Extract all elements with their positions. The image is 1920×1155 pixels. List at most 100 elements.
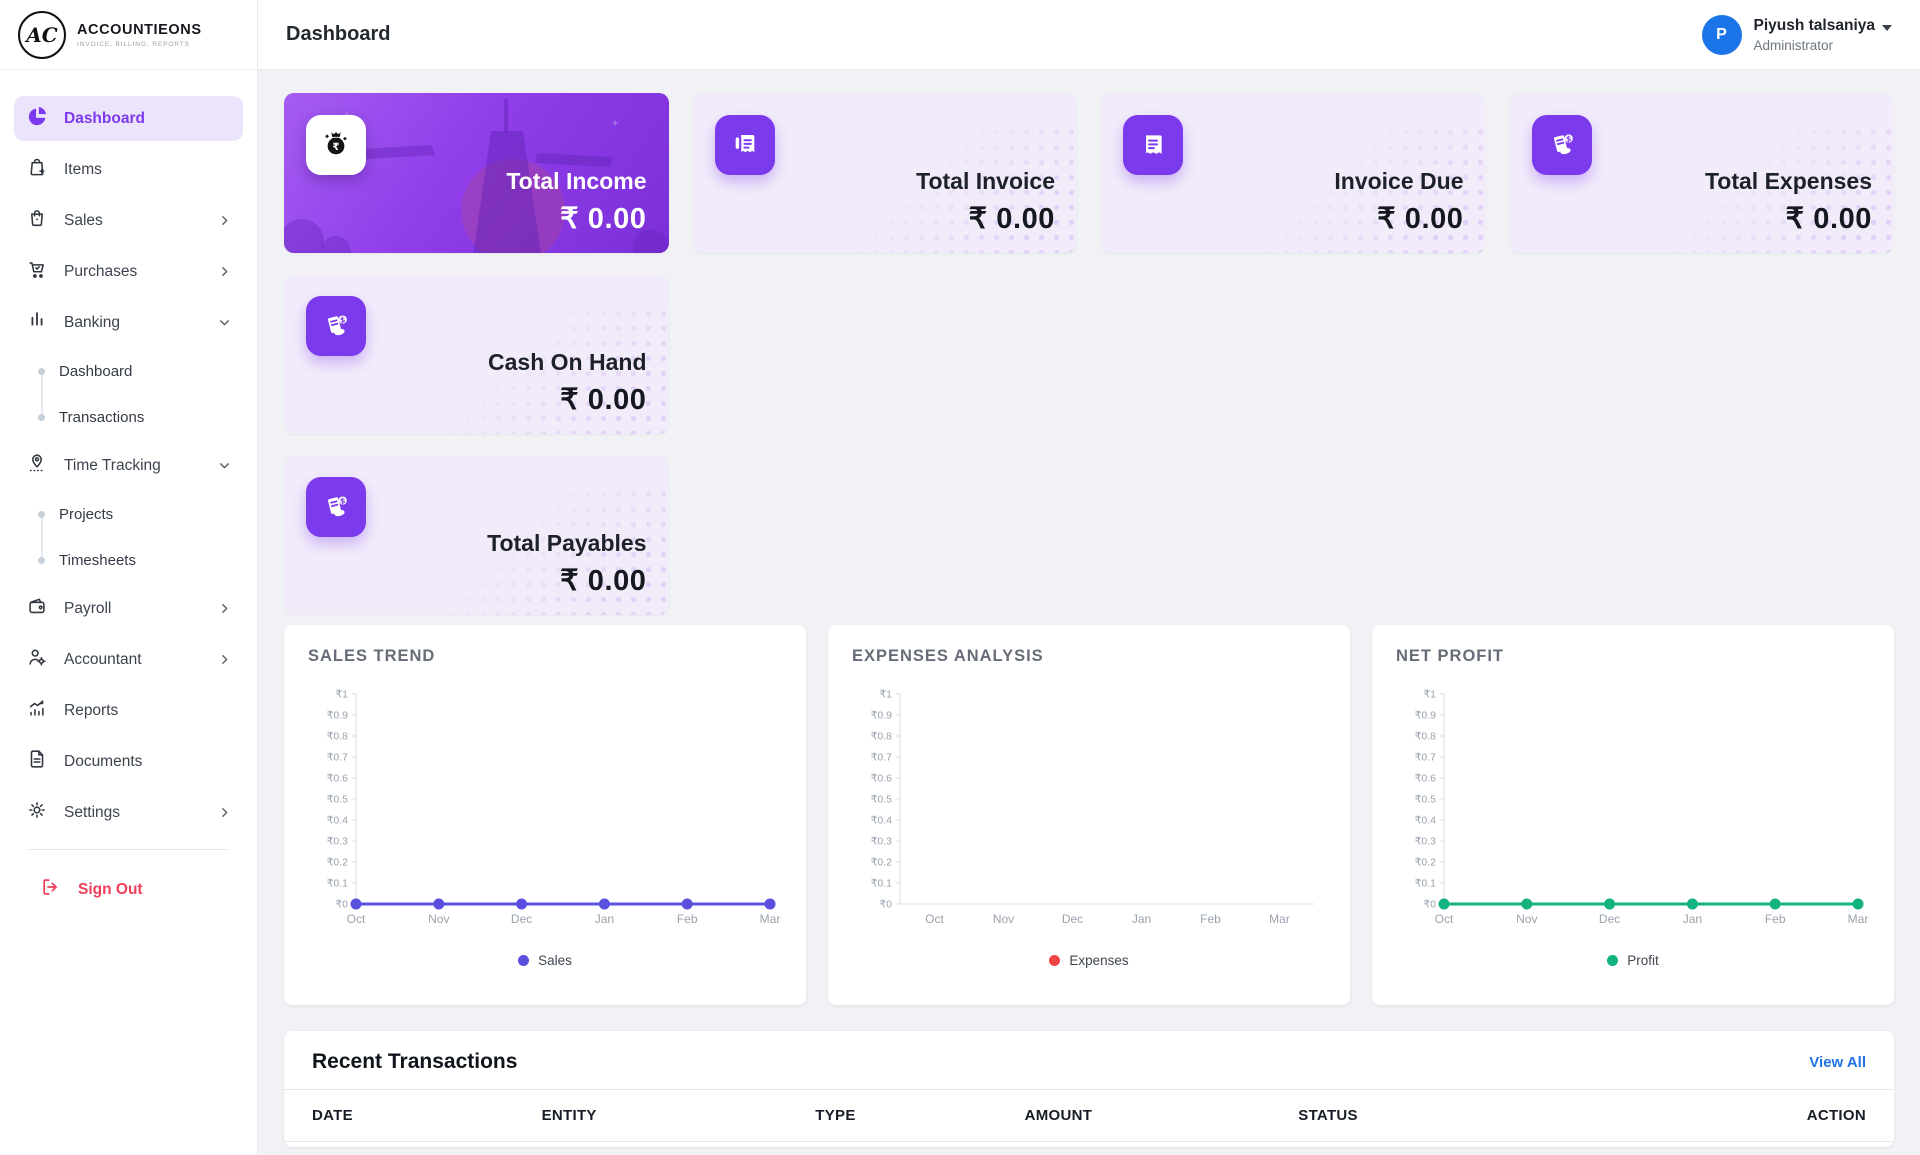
sales-trend-card: SALES TREND ₹1 ₹0.9 ₹0.8 ₹0.7 ₹0.6 ₹0.5 ₹0.4 ₹0…: [284, 625, 806, 1005]
chart-legend: Expenses: [852, 953, 1326, 968]
svg-text:₹0: ₹0: [879, 899, 892, 911]
brand-tagline: INVOICE, BILLING, REPORTS: [77, 40, 190, 48]
sign-out-button[interactable]: Sign Out: [28, 849, 229, 925]
svg-text:Feb: Feb: [677, 912, 698, 926]
stat-label: Total Payables: [487, 530, 647, 556]
sidebar-item-purchases[interactable]: Purchases: [14, 249, 243, 294]
charts-row: SALES TREND ₹1 ₹0.9 ₹0.8 ₹0.7 ₹0.6 ₹0.5 ₹0.4 ₹0…: [284, 625, 1894, 1005]
sales-trend-chart: ₹1 ₹0.9 ₹0.8 ₹0.7 ₹0.6 ₹0.5 ₹0.4 ₹0.3 ₹0.2 ₹0.1 ₹0…: [308, 684, 782, 941]
dashboard-content: ₹ Total Income ₹ 0.00 Total Invoice ₹ 0.…: [258, 70, 1920, 1155]
svg-text:Jan: Jan: [1683, 912, 1702, 926]
topbar: Dashboard P Piyush talsaniya Administrat…: [258, 0, 1920, 70]
sidebar-menu: Dashboard Items Sales Purchases Banking: [0, 70, 257, 1155]
sidebar-item-accountant[interactable]: Accountant: [14, 637, 243, 682]
stat-value: ₹ 0.00: [560, 384, 647, 416]
stat-value: ₹ 0.00: [560, 565, 647, 597]
stat-card-invoice-due[interactable]: Invoice Due ₹ 0.00: [1101, 93, 1486, 253]
sidebar-item-payroll[interactable]: Payroll: [14, 586, 243, 631]
svg-text:Jan: Jan: [595, 912, 614, 926]
column-header-amount: AMOUNT: [1024, 1089, 1299, 1142]
shopping-cart-icon: [26, 258, 48, 285]
legend-label: Profit: [1627, 953, 1659, 968]
sidebar-item-label: Banking: [64, 313, 121, 331]
sidebar-item-time-tracking[interactable]: Time Tracking: [14, 443, 243, 488]
document-icon: [26, 748, 48, 775]
svg-text:₹: ₹: [333, 142, 340, 153]
legend-label: Expenses: [1069, 953, 1129, 968]
stat-card-cash-on-hand[interactable]: $ Cash On Hand ₹ 0.00: [284, 274, 669, 434]
chart-title: EXPENSES ANALYSIS: [852, 647, 1044, 665]
column-header-type: TYPE: [815, 1089, 1025, 1142]
expenses-analysis-chart: ₹1 ₹0.9 ₹0.8 ₹0.7 ₹0.6 ₹0.5 ₹0.4 ₹0.3 ₹0.2 ₹0.1 ₹0…: [852, 684, 1326, 941]
stat-card-total-income[interactable]: ₹ Total Income ₹ 0.00: [284, 93, 669, 253]
stat-card-total-invoice[interactable]: Total Invoice ₹ 0.00: [692, 93, 1077, 253]
svg-text:Oct: Oct: [347, 912, 366, 926]
sidebar-item-banking[interactable]: Banking: [14, 300, 243, 345]
sidebar-subitem-projects[interactable]: Projects: [14, 494, 243, 534]
svg-text:₹0.4: ₹0.4: [871, 815, 892, 827]
net-profit-chart: ₹1 ₹0.9 ₹0.8 ₹0.7 ₹0.6 ₹0.5 ₹0.4 ₹0.3 ₹0.2 ₹0.1 ₹0…: [1396, 684, 1870, 941]
column-header-action: ACTION: [1700, 1089, 1894, 1142]
shopping-bag-icon: [26, 207, 48, 234]
sidebar-item-reports[interactable]: Reports: [14, 688, 243, 733]
sidebar-subitem-timesheets[interactable]: Timesheets: [14, 540, 243, 580]
stats-grid: ₹ Total Income ₹ 0.00 Total Invoice ₹ 0.…: [284, 93, 1894, 615]
logout-icon: [40, 876, 62, 903]
chevron-down-icon: [218, 459, 231, 472]
chevron-right-icon: [218, 806, 231, 819]
view-all-link[interactable]: View All: [1809, 1054, 1866, 1071]
svg-text:Nov: Nov: [428, 912, 449, 926]
svg-text:Mar: Mar: [1269, 912, 1290, 926]
page-title: Dashboard: [286, 23, 391, 45]
svg-text:Oct: Oct: [925, 912, 944, 926]
stat-label: Total Income: [506, 168, 647, 194]
user-menu[interactable]: P Piyush talsaniya Administrator: [1701, 14, 1892, 55]
stat-label: Total Expenses: [1704, 168, 1872, 194]
net-profit-card: NET PROFIT ₹1 ₹0.9 ₹0.8 ₹0.7 ₹0.6 ₹0.5 ₹0.4 ₹0.…: [1372, 625, 1894, 1005]
stat-value: ₹ 0.00: [560, 203, 647, 235]
sidebar-subitem-transactions[interactable]: Transactions: [14, 397, 243, 437]
brand-logo[interactable]: AC ACCOUNTIEONS INVOICE, BILLING, REPORT…: [0, 0, 257, 70]
svg-text:Feb: Feb: [1765, 912, 1786, 926]
svg-text:₹0.8: ₹0.8: [871, 731, 892, 743]
svg-text:₹0.3: ₹0.3: [327, 836, 348, 848]
sidebar-item-items[interactable]: Items: [14, 147, 243, 192]
svg-text:₹0.8: ₹0.8: [327, 731, 348, 743]
stat-card-total-expenses[interactable]: $ Total Expenses ₹ 0.00: [1509, 93, 1894, 253]
column-header-status: STATUS: [1298, 1089, 1701, 1142]
money-bag-icon: ₹: [306, 115, 366, 175]
bullet-icon: [38, 556, 45, 564]
brand-name: ACCOUNTIEONS: [77, 21, 202, 38]
svg-text:Nov: Nov: [993, 912, 1014, 926]
recent-transactions-card: Recent Transactions View All DATE ENTITY…: [284, 1031, 1894, 1147]
svg-text:Feb: Feb: [1200, 912, 1221, 926]
svg-text:₹0.6: ₹0.6: [327, 773, 348, 785]
recent-transactions-title: Recent Transactions: [312, 1050, 518, 1073]
sidebar-subitem-banking-dashboard[interactable]: Dashboard: [14, 351, 243, 391]
bullet-icon: [38, 367, 45, 375]
svg-text:₹0.6: ₹0.6: [1415, 773, 1436, 785]
svg-text:₹0.2: ₹0.2: [871, 857, 892, 869]
sidebar-item-documents[interactable]: Documents: [14, 739, 243, 784]
stat-label: Cash On Hand: [488, 349, 647, 375]
bullet-icon: [38, 510, 45, 518]
sidebar-item-label: Settings: [64, 803, 121, 821]
chart-title: NET PROFIT: [1396, 647, 1504, 665]
sidebar-item-settings[interactable]: Settings: [14, 790, 243, 835]
chart-legend: Profit: [1396, 953, 1870, 968]
legend-dot-sales: [518, 955, 530, 966]
svg-text:₹1: ₹1: [335, 689, 348, 701]
sidebar-subitem-label: Transactions: [59, 408, 145, 426]
chevron-right-icon: [218, 214, 231, 227]
svg-text:₹0.1: ₹0.1: [871, 878, 892, 890]
svg-text:₹0.2: ₹0.2: [1415, 857, 1436, 869]
svg-text:₹0: ₹0: [335, 899, 348, 911]
svg-text:₹0.9: ₹0.9: [871, 710, 892, 722]
sidebar-item-sales[interactable]: Sales: [14, 198, 243, 243]
bag-plus-icon: [26, 156, 48, 183]
stat-card-total-payables[interactable]: $ Total Payables ₹ 0.00: [284, 455, 669, 615]
svg-text:₹0.2: ₹0.2: [327, 857, 348, 869]
sidebar-item-dashboard[interactable]: Dashboard: [14, 96, 243, 141]
column-header-date: DATE: [284, 1089, 542, 1142]
pie-chart-icon: [26, 105, 48, 132]
